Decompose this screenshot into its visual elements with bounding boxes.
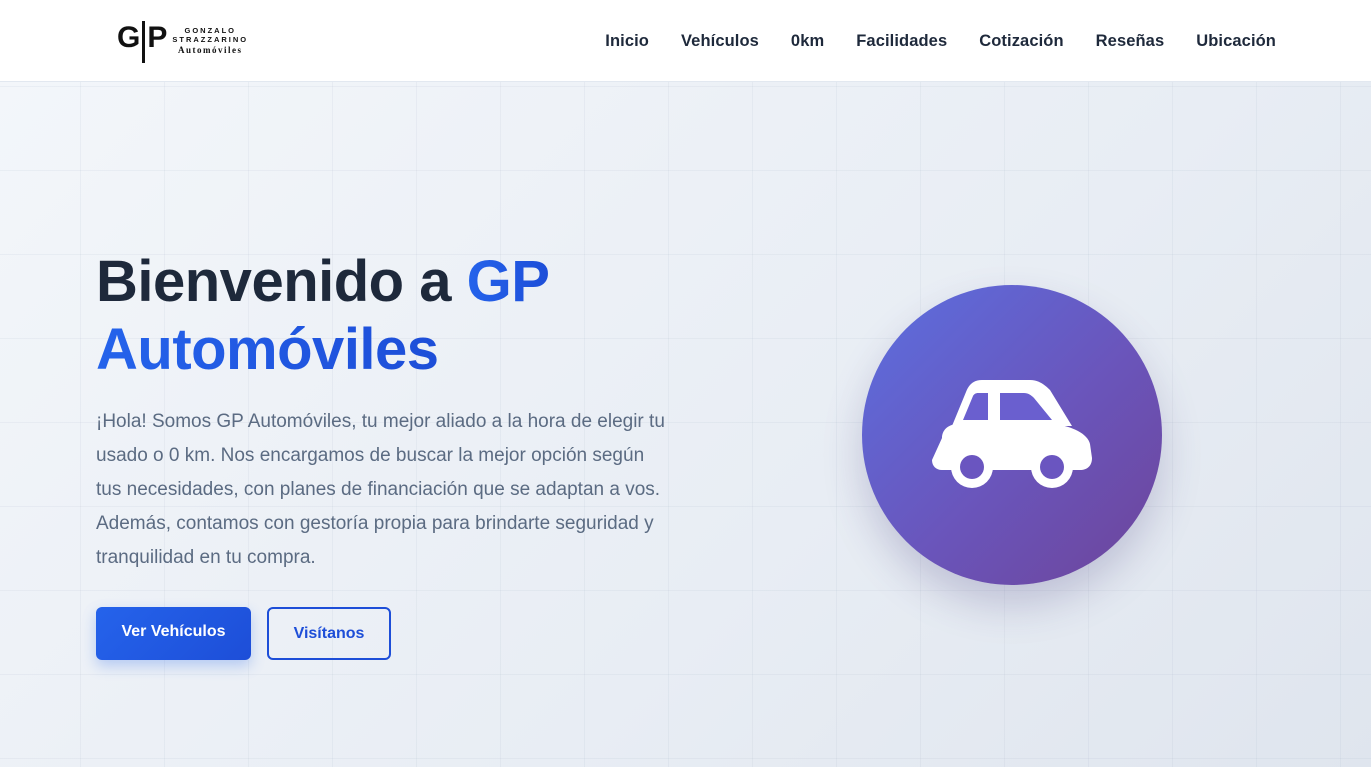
- nav-link-resenas[interactable]: Reseñas: [1096, 32, 1165, 51]
- site-header: G P GONZALO STRAZZARINO Automóviles Inic…: [0, 0, 1371, 82]
- hero-title-accent-automoviles: Automóviles: [96, 317, 439, 382]
- car-icon: [932, 378, 1092, 492]
- logo-mark: G P: [117, 21, 167, 63]
- nav-link-ubicacion[interactable]: Ubicación: [1196, 32, 1276, 51]
- hero-car-badge: [862, 285, 1162, 585]
- brand-logo[interactable]: G P GONZALO STRAZZARINO Automóviles: [117, 21, 248, 63]
- logo-line-2: STRAZZARINO: [172, 35, 249, 44]
- hero-section: Bienvenido a GP Automóviles ¡Hola! Somos …: [0, 82, 1371, 767]
- nav-link-vehiculos[interactable]: Vehículos: [681, 32, 759, 51]
- ver-vehiculos-button[interactable]: Ver Vehículos: [96, 607, 251, 660]
- main-nav: Inicio Vehículos 0km Facilidades Cotizac…: [605, 0, 1276, 82]
- hero-description: ¡Hola! Somos GP Automóviles, tu mejor al…: [96, 411, 665, 568]
- logo-wordmark: GONZALO STRAZZARINO Automóviles: [172, 26, 248, 56]
- logo-letter-p: P: [147, 21, 167, 54]
- nav-link-cotizacion[interactable]: Cotización: [979, 32, 1063, 51]
- nav-link-facilidades[interactable]: Facilidades: [856, 32, 947, 51]
- visitanos-button[interactable]: Visítanos: [267, 607, 391, 660]
- logo-line-3: Automóviles: [177, 45, 243, 55]
- nav-link-0km[interactable]: 0km: [791, 32, 824, 51]
- logo-letter-g: G: [117, 21, 140, 54]
- nav-link-inicio[interactable]: Inicio: [605, 32, 649, 51]
- hero-title-prefix: Bienvenido a: [96, 249, 467, 314]
- logo-divider: [142, 21, 146, 63]
- logo-line-1: GONZALO: [184, 26, 236, 35]
- hero-title: Bienvenido a GP Automóviles: [96, 248, 696, 384]
- hero-title-accent-gp: GP: [466, 249, 550, 314]
